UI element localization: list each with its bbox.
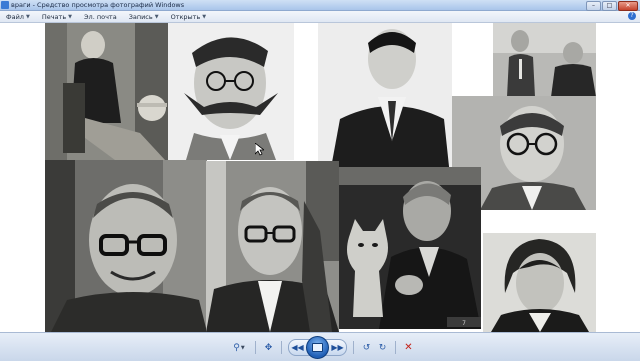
photo-seated-man-top-hat	[45, 23, 169, 160]
image-viewport: 7	[0, 23, 640, 332]
menu-bar: Файл ▼ Печать ▼ Эл. почта Запись ▼ Открыть ▼…	[0, 11, 640, 23]
window-title: враги - Средство просмотра фотографий Wi…	[11, 1, 185, 9]
previous-icon: ◀◀	[291, 343, 304, 352]
menu-email[interactable]: Эл. почта	[78, 13, 123, 21]
rotate-ccw-button[interactable]: ↺	[360, 340, 373, 355]
rotate-ccw-icon: ↺	[362, 342, 371, 353]
delete-button[interactable]: ✕	[402, 340, 415, 355]
actual-size-button[interactable]: ✥	[262, 340, 275, 355]
chevron-down-icon: ▼	[202, 13, 207, 20]
actual-size-icon: ✥	[264, 342, 273, 353]
menu-open-label: Открыть	[170, 12, 201, 21]
chevron-down-icon: ▼	[68, 13, 73, 20]
rotate-cw-button[interactable]: ↻	[376, 340, 389, 355]
separator	[281, 341, 282, 354]
maximize-button[interactable]: □	[602, 1, 617, 11]
menu-file[interactable]: Файл ▼	[0, 13, 36, 21]
zoom-button[interactable]: ⚲ ▼	[229, 340, 249, 355]
photo-man-with-cat: 7	[339, 167, 481, 329]
photo-bald-man-smiling-glasses	[45, 160, 207, 332]
next-icon: ▶▶	[331, 343, 344, 352]
next-button[interactable]: ▶▶	[331, 340, 344, 355]
mouse-cursor-icon	[255, 143, 264, 156]
viewer-controls: ⚲ ▼ ✥ ◀◀ ▶▶ ↺ ↻ ✕	[229, 336, 415, 359]
app-icon	[1, 1, 9, 9]
zoom-icon: ⚲	[233, 342, 240, 353]
photo-caption: 7	[462, 320, 466, 327]
minimize-button[interactable]: –	[586, 1, 601, 11]
delete-icon: ✕	[404, 342, 413, 353]
menu-file-label: Файл	[6, 12, 24, 21]
menu-burn-label: Запись	[128, 12, 153, 21]
menu-print-label: Печать	[41, 12, 67, 21]
window-controls: – □ ✕	[586, 0, 638, 11]
rotate-cw-icon: ↻	[378, 342, 387, 353]
close-button[interactable]: ✕	[618, 1, 638, 11]
title-bar: враги - Средство просмотра фотографий Wi…	[0, 0, 640, 11]
chevron-down-icon: ▼	[25, 13, 30, 20]
navigation-group: ◀◀ ▶▶	[288, 336, 347, 359]
photo-two-men-small	[493, 23, 596, 97]
chevron-down-icon: ▼	[240, 344, 245, 351]
separator	[255, 341, 256, 354]
separator	[395, 341, 396, 354]
menu-open[interactable]: Открыть ▼	[165, 13, 213, 21]
menu-print[interactable]: Печать ▼	[36, 13, 78, 21]
photo-young-man-long-hair	[483, 233, 596, 332]
menu-email-label: Эл. почта	[84, 12, 117, 21]
control-bar: ⚲ ▼ ✥ ◀◀ ▶▶ ↺ ↻ ✕	[0, 332, 640, 361]
help-icon[interactable]: ?	[628, 12, 636, 20]
photo-man-glasses-white-shirt	[206, 161, 339, 332]
chevron-down-icon: ▼	[154, 13, 159, 20]
menu-burn[interactable]: Запись ▼	[123, 13, 165, 21]
photo-man-mustache-glasses	[168, 23, 294, 160]
slideshow-icon	[312, 343, 323, 352]
separator	[353, 341, 354, 354]
previous-button[interactable]: ◀◀	[291, 340, 304, 355]
slideshow-button[interactable]	[306, 336, 329, 359]
